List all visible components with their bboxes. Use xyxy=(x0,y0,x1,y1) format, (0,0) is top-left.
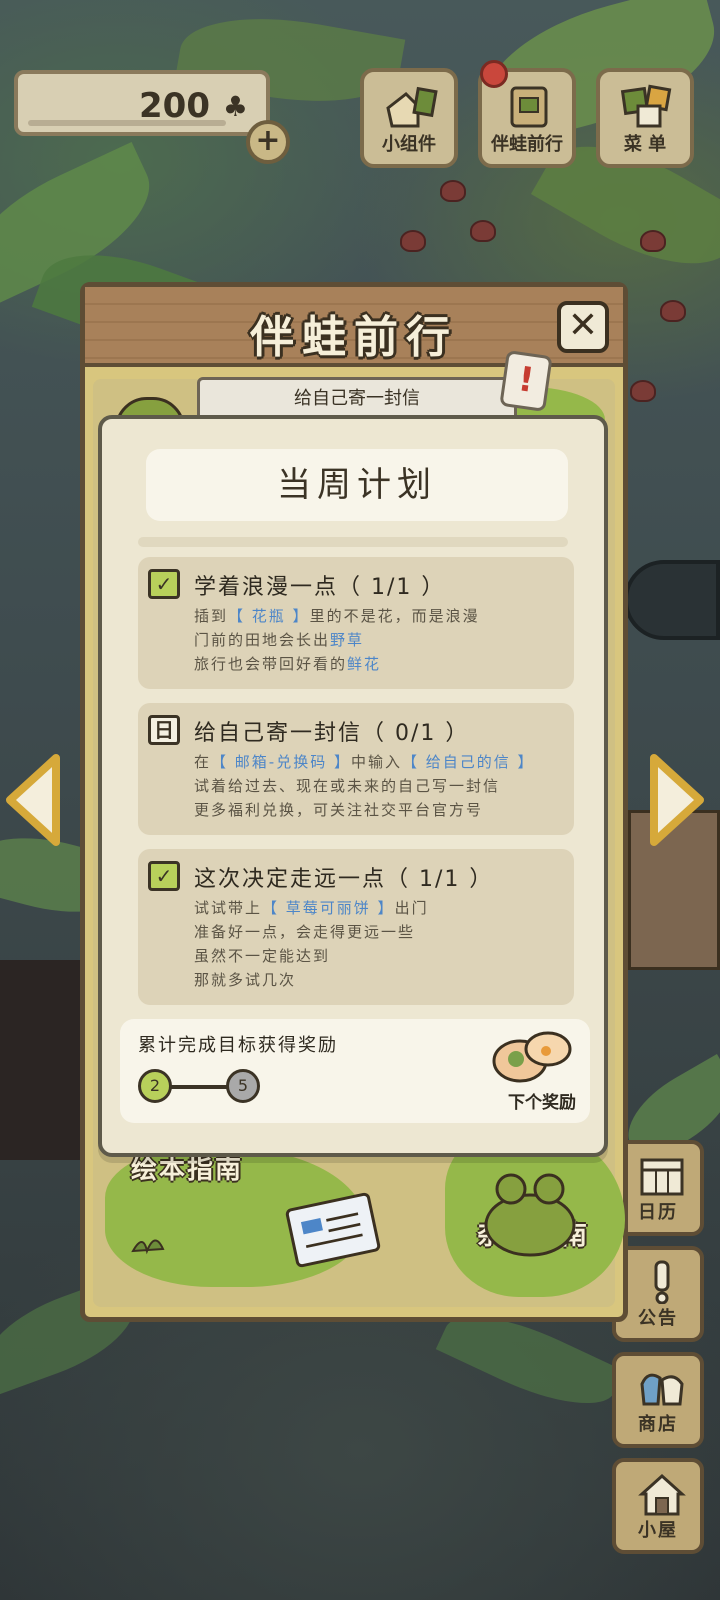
task-title: 学着浪漫一点（ 1/1 ） xyxy=(194,575,446,600)
task-line: 插到【 花瓶 】里的不是花，而是浪漫 xyxy=(194,607,480,625)
task-line: 在【 邮箱-兑换码 】中输入【 给自己的信 】 xyxy=(194,753,535,771)
widget-label: 小组件 xyxy=(382,134,436,155)
next-reward-label: 下个奖励 xyxy=(508,1093,576,1113)
task-line: 旅行也会带回好看的鲜花 xyxy=(194,655,382,673)
frog-journey-label: 伴蛙前行 xyxy=(491,134,563,155)
steamed-bun-reward-icon[interactable] xyxy=(490,1027,574,1085)
calendar-icon xyxy=(640,1158,684,1196)
progress-line xyxy=(170,1085,228,1089)
widget-button[interactable]: 小组件 xyxy=(360,68,458,168)
next-arrow-icon[interactable] xyxy=(648,752,706,848)
add-currency-button[interactable]: + xyxy=(246,120,290,164)
task-line: 那就多试几次 xyxy=(194,971,297,989)
sprout-icon xyxy=(131,1239,165,1255)
task-card[interactable]: 日 给自己寄一封信（ 0/1 ） 在【 邮箱-兑换码 】中输入【 给自己的信 】… xyxy=(138,703,574,835)
task-card[interactable]: ✓ 这次决定走远一点（ 1/1 ） 试试带上【 草莓可丽饼 】出门 准备好一点，… xyxy=(138,849,574,1005)
currency-bar xyxy=(28,120,226,126)
clover-icon: ♣ xyxy=(222,90,248,123)
task-line: 门前的田地会长出野草 xyxy=(194,631,365,649)
progress-target-node: 5 xyxy=(226,1069,260,1103)
frog-silhouette-icon xyxy=(484,1173,576,1257)
panel-divider xyxy=(138,537,568,547)
shop-icon xyxy=(640,1373,684,1406)
menu-label: 菜 单 xyxy=(623,134,667,155)
announcement-label: 公告 xyxy=(638,1308,678,1329)
previous-arrow-icon[interactable] xyxy=(4,752,62,848)
task-line: 更多福利兑换，可关注社交平台官方号 xyxy=(194,801,484,819)
alert-icon: ! xyxy=(499,350,553,412)
task-line: 试着给过去、现在或未来的自己写一封信 xyxy=(194,777,501,795)
calendar-label: 日历 xyxy=(638,1202,678,1223)
task-complete-icon: ✓ xyxy=(148,569,180,599)
task-line: 准备好一点，会走得更远一些 xyxy=(194,923,416,941)
weekly-plan-panel: 当周计划 ✓ 学着浪漫一点（ 1/1 ） 插到【 花瓶 】里的不是花，而是浪漫 … xyxy=(98,415,608,1157)
weekly-plan-title: 当周计划 xyxy=(146,449,568,521)
menu-icon xyxy=(620,84,672,128)
house-label: 小屋 xyxy=(638,1520,678,1541)
task-line: 虽然不一定能达到 xyxy=(194,947,331,965)
cumulative-reward-box: 累计完成目标获得奖励 2 5 下个奖励 xyxy=(120,1019,590,1123)
announcement-icon xyxy=(654,1260,670,1304)
shop-button[interactable]: 商店 xyxy=(612,1352,704,1448)
house-icon xyxy=(638,1473,686,1516)
house-button[interactable]: 小屋 xyxy=(612,1458,704,1554)
task-complete-icon: ✓ xyxy=(148,861,180,891)
task-title: 给自己寄一封信（ 0/1 ） xyxy=(194,721,470,746)
task-title: 这次决定走远一点（ 1/1 ） xyxy=(194,867,494,892)
task-line: 试试带上【 草莓可丽饼 】出门 xyxy=(194,899,429,917)
currency-display: 200 ♣ xyxy=(14,70,270,136)
progress-current-node: 2 xyxy=(138,1069,172,1103)
menu-button[interactable]: 菜 单 xyxy=(596,68,694,168)
task-pending-icon: 日 xyxy=(148,715,180,745)
reward-label: 累计完成目标获得奖励 xyxy=(138,1035,338,1056)
close-button[interactable]: ✕ xyxy=(557,301,609,353)
shop-label: 商店 xyxy=(638,1414,678,1435)
widget-icon xyxy=(386,86,438,128)
frog-journey-icon xyxy=(510,86,548,128)
notification-dot xyxy=(480,60,508,88)
task-card[interactable]: ✓ 学着浪漫一点（ 1/1 ） 插到【 花瓶 】里的不是花，而是浪漫 门前的田地… xyxy=(138,557,574,689)
